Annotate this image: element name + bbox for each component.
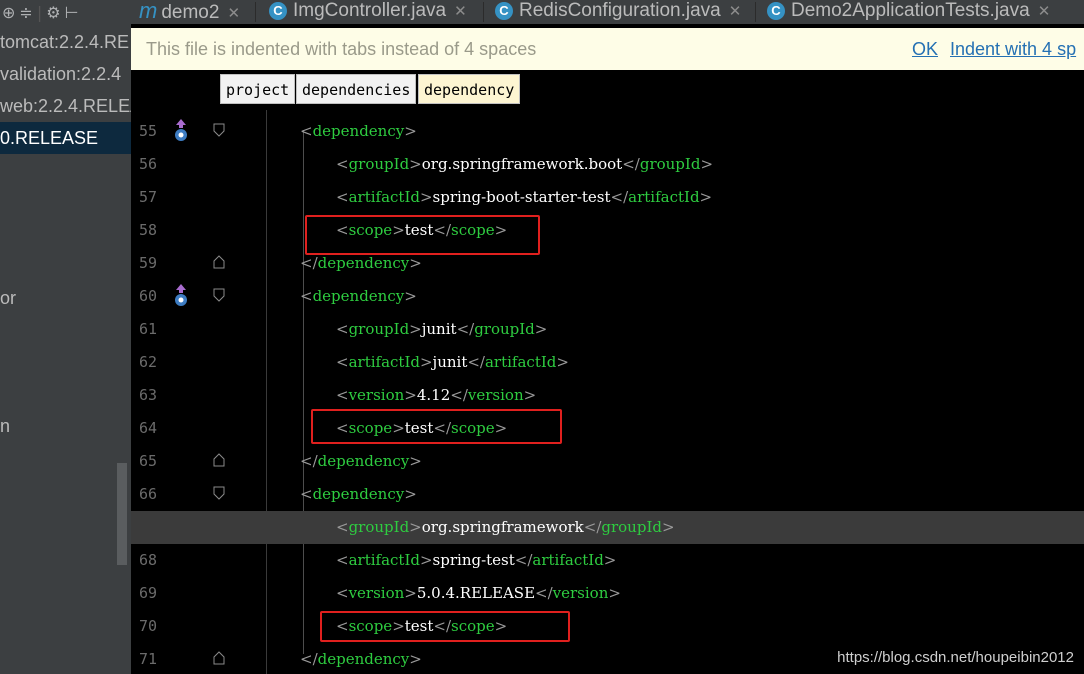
tree-item[interactable]: tomcat:2.2.4.RE bbox=[0, 26, 131, 58]
breadcrumb-dependency[interactable]: dependency bbox=[418, 74, 521, 104]
line-number: 64 bbox=[139, 419, 158, 437]
tree-item-selected[interactable]: 0.RELEASE bbox=[0, 122, 131, 154]
code-text: <dependency> bbox=[300, 287, 417, 305]
line-number: 70 bbox=[139, 617, 158, 635]
gear-icon[interactable]: ⚙ bbox=[46, 3, 60, 22]
breadcrumb-project[interactable]: project bbox=[220, 74, 296, 104]
code-text: <groupId>org.springframework.boot</group… bbox=[336, 155, 714, 173]
test-class-icon: C bbox=[767, 1, 785, 20]
close-icon[interactable]: ✕ bbox=[454, 3, 467, 20]
tree-item[interactable]: or bbox=[0, 282, 131, 314]
code-line[interactable]: 70 <scope>test</scope> bbox=[131, 610, 1084, 643]
tree-item[interactable]: n bbox=[0, 410, 131, 442]
code-line[interactable]: 66 <dependency> bbox=[131, 478, 1084, 511]
indent-with-spaces-link[interactable]: Indent with 4 sp bbox=[950, 28, 1076, 70]
line-number: 68 bbox=[139, 551, 158, 569]
line-number: 56 bbox=[139, 155, 158, 173]
line-number: 55 bbox=[139, 122, 158, 140]
line-number: 69 bbox=[139, 584, 158, 602]
close-icon[interactable]: ✕ bbox=[1038, 3, 1051, 20]
code-line[interactable]: 58 <scope>test</scope> bbox=[131, 214, 1084, 247]
tab-demo2applicationtests[interactable]: C Demo2ApplicationTests.java ✕ bbox=[767, 0, 1050, 24]
code-line[interactable]: 59 </dependency> bbox=[131, 247, 1084, 280]
code-line[interactable]: 57 <artifactId>spring-boot-starter-test<… bbox=[131, 181, 1084, 214]
code-editor[interactable]: 55 <dependency> 56 <groupId>org.springfr… bbox=[131, 110, 1084, 674]
tab-label: RedisConfiguration.java bbox=[519, 0, 721, 21]
code-line[interactable]: 64 <scope>test</scope> bbox=[131, 412, 1084, 445]
collapse-icon[interactable]: ≑ bbox=[19, 3, 32, 22]
tab-demo2[interactable]: m demo2 ✕ bbox=[139, 0, 240, 24]
line-number: 58 bbox=[139, 221, 158, 239]
code-text: <dependency> bbox=[300, 485, 417, 503]
line-number: 59 bbox=[139, 254, 158, 272]
code-line[interactable]: 62 <artifactId>junit</artifactId> bbox=[131, 346, 1084, 379]
panel-scrollbar[interactable] bbox=[117, 463, 127, 565]
banner-message: This file is indented with tabs instead … bbox=[146, 39, 537, 59]
scope-highlight-box bbox=[305, 215, 540, 255]
project-toolbar: ⊕ ≑ | ⚙ ⊢ bbox=[0, 0, 131, 24]
code-text: <version>4.12</version> bbox=[336, 386, 537, 404]
line-number: 63 bbox=[139, 386, 158, 404]
code-line[interactable]: 63 <version>4.12</version> bbox=[131, 379, 1084, 412]
current-code-line[interactable]: <groupId>org.springframework</groupId> bbox=[131, 511, 1084, 544]
indent-notification-banner: This file is indented with tabs instead … bbox=[131, 28, 1084, 71]
locate-icon[interactable]: ⊕ bbox=[2, 3, 15, 22]
line-number: 71 bbox=[139, 650, 158, 668]
code-text: <groupId>junit</groupId> bbox=[336, 320, 548, 338]
code-text: <artifactId>junit</artifactId> bbox=[336, 353, 569, 371]
line-number: 57 bbox=[139, 188, 158, 206]
code-text: </dependency> bbox=[300, 650, 422, 668]
tab-redisconfiguration[interactable]: C RedisConfiguration.java ✕ bbox=[495, 0, 741, 24]
line-number: 65 bbox=[139, 452, 158, 470]
code-line[interactable]: 61 <groupId>junit</groupId> bbox=[131, 313, 1084, 346]
code-line[interactable]: 55 <dependency> bbox=[131, 115, 1084, 148]
breadcrumb-dependencies[interactable]: dependencies bbox=[296, 74, 417, 104]
project-panel: ⊕ ≑ | ⚙ ⊢ tomcat:2.2.4.RE validation:2.2… bbox=[0, 0, 131, 674]
close-icon[interactable]: ✕ bbox=[227, 5, 240, 22]
class-icon: C bbox=[495, 1, 513, 20]
maven-file-icon: m bbox=[139, 0, 158, 23]
editor-tabs: m demo2 ✕ C ImgController.java ✕ C RedisConfi… bbox=[131, 0, 1084, 24]
line-number: 60 bbox=[139, 287, 158, 305]
tree-item[interactable]: web:2.2.4.RELEA bbox=[0, 90, 131, 122]
scope-highlight-box bbox=[311, 409, 562, 444]
code-line[interactable]: 60 <dependency> bbox=[131, 280, 1084, 313]
scope-highlight-box bbox=[320, 611, 570, 642]
tab-imgcontroller[interactable]: C ImgController.java ✕ bbox=[269, 0, 467, 24]
tab-label: ImgController.java bbox=[293, 0, 447, 21]
code-text: <artifactId>spring-boot-starter-test</ar… bbox=[336, 188, 713, 206]
line-number: 61 bbox=[139, 320, 158, 338]
tree-item[interactable]: validation:2.2.4 bbox=[0, 58, 131, 90]
tab-label: demo2 bbox=[161, 2, 220, 23]
tab-label: Demo2ApplicationTests.java bbox=[791, 0, 1030, 21]
hide-panel-icon[interactable]: ⊢ bbox=[65, 3, 79, 22]
line-number: 62 bbox=[139, 353, 158, 371]
code-line[interactable]: 69 <version>5.0.4.RELEASE</version> bbox=[131, 577, 1084, 610]
ok-link[interactable]: OK bbox=[912, 28, 938, 70]
line-number: 66 bbox=[139, 485, 158, 503]
class-icon: C bbox=[269, 1, 287, 20]
code-text: <dependency> bbox=[300, 122, 417, 140]
code-line[interactable]: 56 <groupId>org.springframework.boot</gr… bbox=[131, 148, 1084, 181]
code-line[interactable]: 65 </dependency> bbox=[131, 445, 1084, 478]
code-text: <version>5.0.4.RELEASE</version> bbox=[336, 584, 621, 602]
code-text: </dependency> bbox=[300, 452, 422, 470]
code-line[interactable]: 68 <artifactId>spring-test</artifactId> bbox=[131, 544, 1084, 577]
code-text: <groupId>org.springframework</groupId> bbox=[336, 518, 675, 536]
watermark: https://blog.csdn.net/houpeibin2012 bbox=[837, 649, 1074, 666]
breadcrumb: project dependencies dependency bbox=[131, 70, 1084, 108]
close-icon[interactable]: ✕ bbox=[729, 3, 742, 20]
code-text: <artifactId>spring-test</artifactId> bbox=[336, 551, 617, 569]
